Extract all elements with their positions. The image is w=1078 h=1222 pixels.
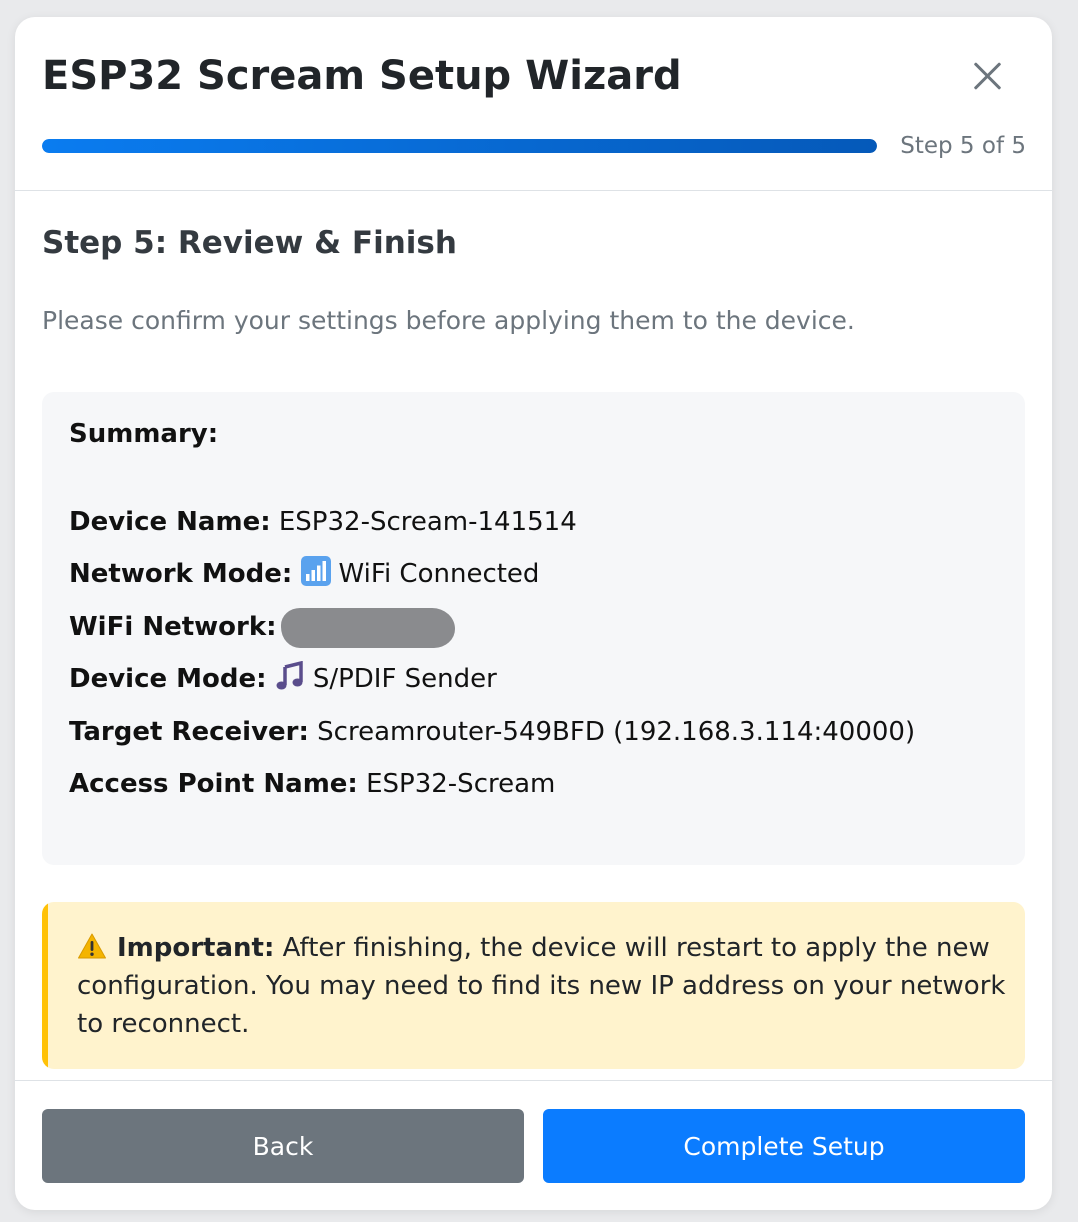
close-icon[interactable] <box>965 53 1011 99</box>
complete-setup-button[interactable]: Complete Setup <box>543 1109 1025 1183</box>
setup-wizard-modal: ESP32 Scream Setup Wizard Step 5 of 5 St… <box>15 17 1052 1210</box>
summary-row-device-mode: Device Mode: S/PDIF Sender <box>69 659 497 699</box>
device-name-value: ESP32-Scream-141514 <box>278 507 577 537</box>
summary-heading: Summary: <box>69 419 219 449</box>
target-receiver-value: Screamrouter-549BFD (192.168.3.114:40000… <box>317 717 916 747</box>
warning-message: Important: After finishing, the device w… <box>77 929 1007 1043</box>
step-indicator: Step 5 of 5 <box>900 133 1026 159</box>
access-point-value: ESP32-Scream <box>366 769 556 799</box>
warning-accent-bar <box>42 902 48 1069</box>
modal-header: ESP32 Scream Setup Wizard Step 5 of 5 <box>15 17 1052 191</box>
network-mode-label: Network Mode: <box>69 559 293 589</box>
summary-row-device-name: Device Name: ESP32-Scream-141514 <box>69 502 577 542</box>
signal-bars-icon <box>300 556 331 586</box>
redacted-wifi-network <box>280 607 455 648</box>
summary-row-network-mode: Network Mode: WiFi Connected <box>69 554 539 594</box>
summary-row-access-point: Access Point Name: ESP32-Scream <box>69 764 555 804</box>
network-mode-value: WiFi Connected <box>338 559 540 589</box>
progress-bar <box>42 139 877 153</box>
music-note-icon <box>276 661 303 690</box>
summary-row-target-receiver: Target Receiver: Screamrouter-549BFD (19… <box>69 712 915 752</box>
step-instruction: Please confirm your settings before appl… <box>42 306 855 335</box>
summary-row-wifi-network: WiFi Network: <box>69 607 455 648</box>
access-point-label: Access Point Name: <box>69 769 358 799</box>
device-name-label: Device Name: <box>69 507 271 537</box>
warning-alert: Important: After finishing, the device w… <box>42 902 1025 1069</box>
device-mode-value: S/PDIF Sender <box>312 664 497 694</box>
progress-fill <box>42 139 877 153</box>
summary-box: Summary: Device Name: ESP32-Scream-14151… <box>42 392 1025 865</box>
back-button[interactable]: Back <box>42 1109 524 1183</box>
target-receiver-label: Target Receiver: <box>69 717 309 747</box>
warning-label: Important: <box>117 933 275 963</box>
step-title: Step 5: Review & Finish <box>42 225 457 261</box>
modal-body: Step 5: Review & Finish Please confirm y… <box>15 191 1052 1081</box>
wizard-title: ESP32 Scream Setup Wizard <box>42 53 682 99</box>
wifi-network-label: WiFi Network: <box>69 612 277 642</box>
modal-footer: Back Complete Setup <box>15 1081 1052 1210</box>
warning-icon <box>78 933 106 959</box>
device-mode-label: Device Mode: <box>69 664 267 694</box>
